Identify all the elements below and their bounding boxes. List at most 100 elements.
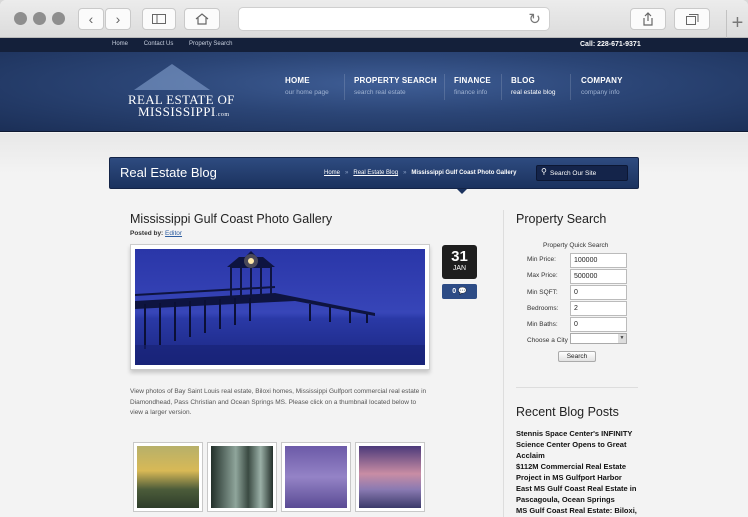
gallery-thumbnail[interactable]: [133, 442, 203, 512]
min-baths-label: Min Baths:: [527, 321, 558, 328]
min-baths-input[interactable]: 0: [570, 317, 627, 332]
max-price-label: Max Price:: [527, 272, 558, 279]
quick-search-title: Property Quick Search: [543, 242, 609, 249]
tabs-button[interactable]: [674, 8, 710, 30]
close-window-button[interactable]: [14, 12, 27, 25]
nav-property-search-title: PROPERTY SEARCH: [354, 76, 437, 85]
back-button[interactable]: ‹: [78, 8, 104, 30]
post-date-badge: 31 JAN: [442, 245, 477, 279]
nav-divider: [501, 74, 502, 100]
nav-company[interactable]: COMPANY company info: [581, 76, 623, 96]
thumbnail-purple-sky-image: [285, 446, 347, 508]
reload-icon[interactable]: ↻: [528, 10, 541, 28]
new-tab-button[interactable]: +: [726, 10, 748, 38]
forward-button[interactable]: ›: [105, 8, 131, 30]
nav-divider: [344, 74, 345, 100]
site-search-input[interactable]: ⚲ Search Our Site: [536, 165, 628, 181]
house-roof-icon: [134, 64, 210, 90]
nav-blog-sub: real estate blog: [511, 89, 556, 96]
comments-count-button[interactable]: 0 💬: [442, 284, 477, 299]
topbar-link-contact[interactable]: Contact Us: [144, 41, 174, 47]
thumbnail-boat-image: [137, 446, 199, 508]
nav-divider: [570, 74, 571, 100]
home-button[interactable]: [184, 8, 220, 30]
property-search-button[interactable]: Search: [558, 351, 596, 362]
author-link[interactable]: Editor: [165, 230, 182, 237]
nav-property-search-sub: search real estate: [354, 89, 406, 96]
min-sqft-input[interactable]: 0: [570, 285, 627, 300]
gallery-thumbnail[interactable]: [355, 442, 425, 512]
site-header: REAL ESTATE OF MISSISSIPPI.com HOME our …: [0, 52, 748, 132]
plus-icon: +: [731, 12, 744, 34]
post-byline: Posted by: Editor: [130, 230, 182, 237]
sidebar-button[interactable]: [142, 8, 176, 30]
nav-company-sub: company info: [581, 89, 620, 96]
back-icon: ‹: [88, 11, 94, 27]
bedrooms-label: Bedrooms:: [527, 305, 559, 312]
thumbnail-sunset-image: [359, 446, 421, 508]
posted-by-label: Posted by:: [130, 230, 164, 237]
phone-number: Call: 228-671-9371: [580, 41, 641, 48]
recent-post-link[interactable]: East MS Gulf Coast Real Estate in Pascag…: [516, 483, 641, 505]
pier-scene: [135, 249, 425, 365]
recent-posts-list: Stennis Space Center's INFINITY Science …: [516, 428, 641, 516]
logo-line-2: MISSISSIPPI.com: [138, 104, 230, 120]
chevron-down-icon: ▼: [618, 334, 626, 343]
title-bar-pointer: [457, 189, 467, 194]
city-select[interactable]: ▼: [570, 333, 627, 344]
pier-photo-image: [135, 249, 425, 365]
share-icon: [643, 12, 653, 26]
home-icon: [195, 13, 209, 25]
search-icon: ⚲: [541, 167, 547, 176]
tabs-icon: [685, 14, 698, 25]
recent-post-link[interactable]: MS Gulf Coast Real Estate: Biloxi,: [516, 505, 641, 516]
sidebar-divider: [516, 387, 638, 388]
address-bar[interactable]: ↻: [238, 7, 550, 31]
zoom-window-button[interactable]: [52, 12, 65, 25]
logo-line-3: .com: [215, 112, 230, 118]
post-title[interactable]: Mississippi Gulf Coast Photo Gallery: [130, 212, 332, 226]
breadcrumb-home[interactable]: Home: [324, 170, 340, 176]
gallery-thumbnail[interactable]: [281, 442, 351, 512]
browser-window: ‹ › ↻ + Home Contact Us Property Search …: [0, 0, 748, 517]
site-logo[interactable]: REAL ESTATE OF MISSISSIPPI.com: [124, 62, 234, 122]
forward-icon: ›: [115, 11, 121, 27]
max-price-input[interactable]: 500000: [570, 269, 627, 284]
nav-finance-sub: finance info: [454, 89, 488, 96]
search-placeholder: Search Our Site: [550, 170, 597, 177]
gallery-thumbnail[interactable]: [207, 442, 277, 512]
featured-photo[interactable]: [130, 244, 430, 370]
thumbnail-swamp-image: [211, 446, 273, 508]
nav-blog[interactable]: BLOG real estate blog: [511, 76, 555, 96]
recent-post-link[interactable]: Stennis Space Center's INFINITY Science …: [516, 428, 641, 461]
min-sqft-label: Min SQFT:: [527, 289, 558, 296]
nav-home-sub: our home page: [285, 89, 329, 96]
topbar-link-home[interactable]: Home: [112, 41, 128, 47]
breadcrumb-blog[interactable]: Real Estate Blog: [353, 170, 398, 176]
share-button[interactable]: [630, 8, 666, 30]
comment-count: 0: [452, 288, 457, 295]
nav-home[interactable]: HOME our home page: [285, 76, 329, 96]
property-search-title: Property Search: [516, 212, 607, 226]
nav-property-search[interactable]: PROPERTY SEARCH search real estate: [354, 76, 437, 96]
nav-home-title: HOME: [285, 76, 310, 85]
recent-post-link[interactable]: $112M Commercial Real Estate Project in …: [516, 461, 641, 483]
topbar-link-property-search[interactable]: Property Search: [189, 41, 232, 47]
breadcrumb-current: Mississippi Gulf Coast Photo Gallery: [411, 170, 517, 176]
min-price-input[interactable]: 100000: [570, 253, 627, 268]
nav-finance[interactable]: FINANCE finance info: [454, 76, 491, 96]
nav-divider: [444, 74, 445, 100]
site-topbar: Home Contact Us Property Search Call: 22…: [0, 38, 748, 52]
browser-toolbar: ‹ › ↻ +: [0, 0, 748, 38]
bedrooms-input[interactable]: 2: [570, 301, 627, 316]
minimize-window-button[interactable]: [33, 12, 46, 25]
nav-finance-title: FINANCE: [454, 76, 491, 85]
post-month: JAN: [452, 265, 467, 272]
section-title: Real Estate Blog: [120, 165, 217, 180]
recent-posts-title: Recent Blog Posts: [516, 405, 619, 419]
city-label: Choose a City: [527, 337, 568, 344]
breadcrumb: Home» Real Estate Blog» Mississippi Gulf C…: [324, 170, 517, 176]
sidebar-icon: [152, 14, 166, 24]
comment-icon: 💬: [458, 288, 467, 295]
min-price-label: Min Price:: [527, 256, 556, 263]
